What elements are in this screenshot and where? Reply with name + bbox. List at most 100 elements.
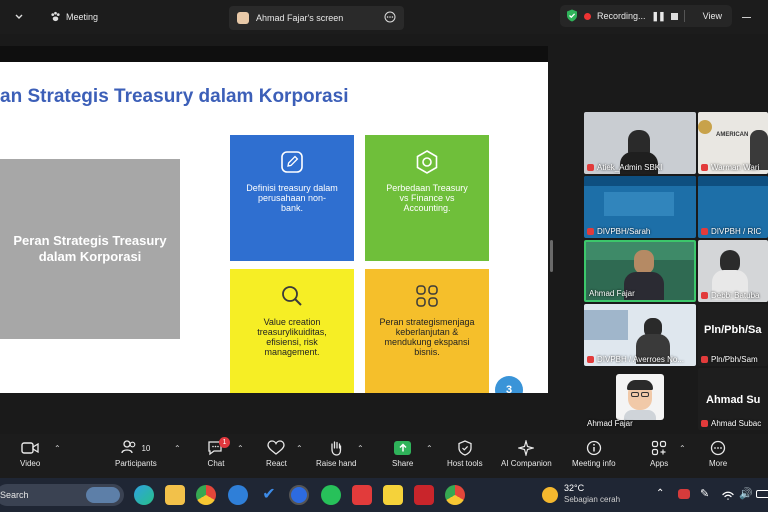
participant-name: DIVPBH / RIC <box>701 227 761 236</box>
participant-tile[interactable]: DIVPBH/Sarah <box>584 176 696 238</box>
file-explorer-icon[interactable] <box>165 485 185 505</box>
participant-name: DIVPBH/Sarah <box>587 227 650 236</box>
slide-card-text: Value creation treasurylikuiditas, efisi… <box>257 317 327 357</box>
shield-icon <box>458 440 472 456</box>
slide-page-number: 3 <box>495 376 523 393</box>
participants-button[interactable]: 10 Participants <box>115 440 157 468</box>
slide-card-text: Definisi treasury dalam perusahaan non- … <box>246 183 338 213</box>
weather-description: Sebagian cerah <box>564 495 621 504</box>
participant-name: Atiek_Admin SBKI <box>587 163 662 172</box>
participant-big-name: Pln/Pbh/Sa <box>704 324 762 336</box>
slide-card-strategic-role: Peran strategismenjaga keberlanjutan & m… <box>365 269 489 393</box>
pen-icon[interactable]: ✎ <box>700 487 709 500</box>
pause-icon[interactable]: ❚❚ <box>652 11 666 22</box>
recording-status: Recording... ❚❚ View <box>560 5 732 27</box>
screen-share-tab[interactable]: Ahmad Fajar's screen <box>229 6 404 30</box>
wifi-icon[interactable] <box>722 488 734 506</box>
video-options-caret[interactable]: ⌃ <box>54 444 61 453</box>
ai-companion-button[interactable]: AI Companion <box>501 440 552 468</box>
stop-icon[interactable] <box>670 12 678 20</box>
search-highlight-image <box>86 487 120 503</box>
share-screen-icon <box>394 440 412 456</box>
participants-options-caret[interactable]: ⌃ <box>174 444 181 453</box>
slide-card-definition: Definisi treasury dalam perusahaan non- … <box>230 135 354 261</box>
hexagon-settings-icon <box>414 149 440 175</box>
muted-mic-icon <box>701 420 708 427</box>
react-button[interactable]: React <box>266 440 287 468</box>
raise-hand-button[interactable]: Raise hand <box>316 440 356 468</box>
participants-count: 10 <box>141 443 151 453</box>
participant-tile[interactable]: Pln/Pbh/Sa Pln/Pbh/Sam <box>698 304 768 366</box>
more-button[interactable]: More <box>709 440 727 468</box>
minimize-icon[interactable] <box>742 0 751 34</box>
weather-temp: 32°C <box>564 483 585 493</box>
banner-text: AMERICAN <box>716 132 749 138</box>
muted-mic-icon <box>701 356 708 363</box>
recording-dot-icon <box>584 12 591 20</box>
hand-icon <box>329 440 343 456</box>
slide-card-difference: Perbedaan Treasury vs Finance vs Account… <box>365 135 489 261</box>
antivirus-icon[interactable] <box>414 485 434 505</box>
tasks-icon[interactable]: ✔ <box>259 485 279 505</box>
participant-tile[interactable]: Ahmad Fajar <box>584 368 696 430</box>
apps-button[interactable]: Apps <box>650 440 668 468</box>
meeting-menu[interactable]: Meeting <box>50 0 98 34</box>
apps-icon <box>651 440 667 456</box>
meeting-toolbar: Video ⌃ 10 Participants ⌃ 1 Chat ⌃ React… <box>0 434 768 478</box>
muted-mic-icon <box>701 228 708 235</box>
app-icon[interactable] <box>228 485 248 505</box>
taskbar-search[interactable]: Search <box>0 484 124 506</box>
chrome-profile-icon[interactable] <box>445 485 465 505</box>
info-icon <box>586 440 602 456</box>
meeting-info-button[interactable]: Meeting info <box>572 440 616 468</box>
raise-hand-options-caret[interactable]: ⌃ <box>357 444 364 453</box>
chat-button[interactable]: 1 Chat <box>207 437 230 468</box>
slide-card-value-creation: Value creation treasurylikuiditas, efisi… <box>230 269 354 393</box>
windows-taskbar: Search ✔ 32°C Sebagian cerah ⌃ ✎ 🔊 <box>0 478 768 512</box>
edge-browser-icon[interactable] <box>134 485 154 505</box>
weather-icon[interactable] <box>542 487 558 503</box>
resize-handle[interactable] <box>550 240 553 272</box>
shield-icon <box>566 9 578 24</box>
participant-tile[interactable]: DIVPBH / RIC <box>698 176 768 238</box>
wps-office-icon[interactable] <box>352 485 372 505</box>
muted-mic-icon <box>587 228 594 235</box>
whatsapp-icon[interactable] <box>321 485 341 505</box>
battery-icon[interactable] <box>756 490 768 498</box>
participant-name: DIVPBH / Averroes No... <box>587 355 684 364</box>
sticky-notes-icon[interactable] <box>383 485 403 505</box>
muted-mic-icon <box>587 164 594 171</box>
participant-name: Warman Wari <box>701 163 759 172</box>
chat-options-caret[interactable]: ⌃ <box>237 444 244 453</box>
participants-icon <box>121 440 137 456</box>
participant-big-name: Ahmad Su <box>706 394 761 406</box>
share-button[interactable]: Share <box>392 440 413 468</box>
participant-name: Ahmad Fajar <box>589 289 635 298</box>
participant-tile[interactable]: AMERICAN Warman Wari <box>698 112 768 174</box>
chrome-icon[interactable] <box>196 485 216 505</box>
participant-tile[interactable]: DIVPBH / Averroes No... <box>584 304 696 366</box>
participant-name: Ahmad Subac <box>701 419 761 428</box>
participant-name: Debbi Batuba <box>701 291 759 300</box>
share-options-caret[interactable]: ⌃ <box>426 444 433 453</box>
heart-icon <box>267 440 286 456</box>
participant-name: Pln/Pbh/Sam <box>701 355 758 364</box>
view-button[interactable]: View <box>703 11 722 21</box>
network-alert-icon[interactable] <box>678 489 690 499</box>
zoom-icon[interactable] <box>289 485 309 505</box>
video-button[interactable]: Video <box>20 440 40 468</box>
volume-icon[interactable]: 🔊 <box>739 487 753 500</box>
participant-tile[interactable]: Ahmad Su Ahmad Subac <box>698 368 768 430</box>
more-options-icon[interactable] <box>384 11 396 25</box>
slide-top-band <box>0 46 548 62</box>
participant-tile[interactable]: Debbi Batuba <box>698 240 768 302</box>
chevron-down-icon[interactable] <box>14 0 24 34</box>
participant-tile-active-speaker[interactable]: Ahmad Fajar <box>584 240 696 302</box>
presenter-avatar <box>237 12 249 24</box>
react-options-caret[interactable]: ⌃ <box>296 444 303 453</box>
slide-title: an Strategis Treasury dalam Korporasi <box>0 86 349 107</box>
apps-options-caret[interactable]: ⌃ <box>679 444 686 453</box>
participant-tile[interactable]: Atiek_Admin SBKI <box>584 112 696 174</box>
chevron-up-icon[interactable]: ⌃ <box>656 488 664 499</box>
host-tools-button[interactable]: Host tools <box>447 440 483 468</box>
